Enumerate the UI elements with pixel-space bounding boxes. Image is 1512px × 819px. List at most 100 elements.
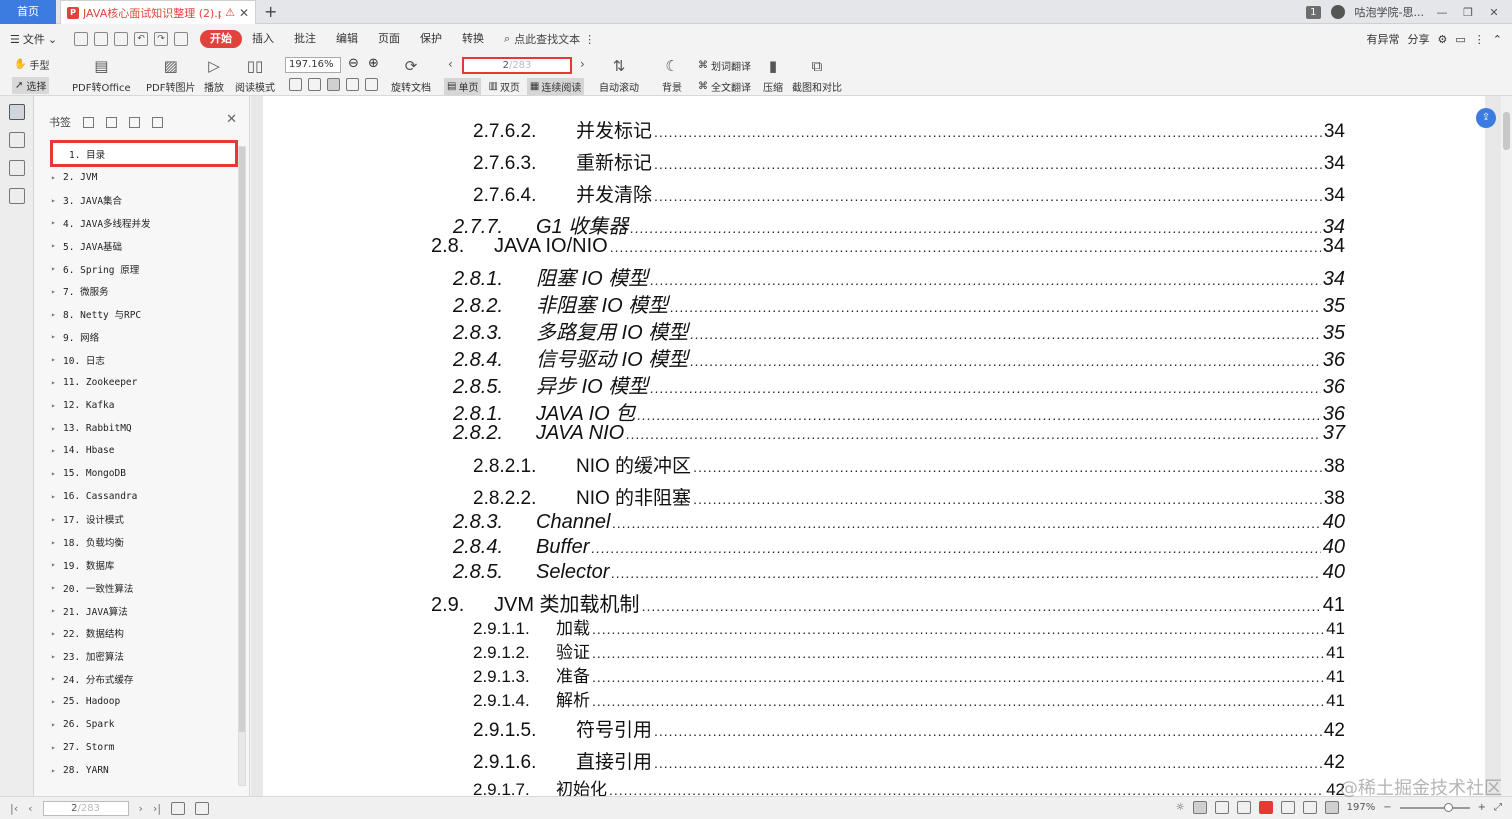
bookmark-item[interactable]: ▸ 23. 加密算法 [47,645,237,668]
toc-entry[interactable]: 2.8.4. Buffer 40 [453,536,1345,559]
bookmark-item[interactable]: ▸ 14. Hbase [47,440,237,463]
tab-protect[interactable]: 保护 [410,30,452,48]
toc-entry[interactable]: 2.9.1.1. 加载 41 [473,614,1345,639]
bookmark-item[interactable]: ▸ 19. 数据库 [47,554,237,577]
bookmark-item[interactable]: ▸ 10. 日志 [47,348,237,371]
add-bookmark-icon[interactable] [129,116,140,128]
collapse-ribbon-icon[interactable]: ⌃ [1493,33,1502,46]
double-view-icon[interactable] [1236,801,1251,814]
expand-arrow-icon[interactable]: ▸ [51,697,63,706]
bookmark-item[interactable]: ▸ 15. MongoDB [47,462,237,485]
toc-entry[interactable]: 2.8.1. 阻塞 IO 模型 34 [453,262,1345,291]
document-viewport[interactable]: 2.7.6.2. 并发标记 34 2.7.6.3. 重新标记 34 2.7.6.4. 并发清除… [251,96,1501,796]
bookmark-item[interactable]: ▸ 3. JAVA集合 [47,189,237,212]
window-count-badge[interactable]: 1 [1306,5,1321,19]
expand-arrow-icon[interactable]: ▸ [51,652,63,661]
bookmark-item[interactable]: ▸ 27. Storm [47,736,237,759]
expand-arrow-icon[interactable]: ▸ [51,743,63,752]
toc-entry[interactable]: 2.8.3. 多路复用 IO 模型 35 [453,316,1345,345]
bookmark-item[interactable]: ▸ 25. Hadoop [47,690,237,713]
fit-width-icon[interactable] [327,78,340,91]
bookmark-item[interactable]: ▸ 7. 微服务 [47,280,237,303]
bookmark-item[interactable]: ▸ 2. JVM [47,166,237,189]
file-menu[interactable]: ☰ 文件 ⌄ [0,31,70,47]
page-settings-icon[interactable] [195,802,210,815]
zoom-select[interactable]: 197.16% [285,57,341,73]
insert-page-icon[interactable] [171,802,186,815]
auto-scroll-button[interactable]: ⇅ 自动滚动 [599,56,639,94]
bookmark-item[interactable]: ▸ 13. RabbitMQ [47,417,237,440]
toc-entry[interactable]: 2.8.2. 非阻塞 IO 模型 35 [453,289,1345,318]
single-view-icon[interactable] [1214,801,1229,814]
background-button[interactable]: ☾ 背景 [661,56,683,94]
report-issue-button[interactable]: 有异常 [1367,31,1400,47]
pdf-to-office-button[interactable]: ▤ PDF转Office [72,56,131,94]
close-tab-icon[interactable]: ✕ [239,6,249,20]
toc-entry[interactable]: 2.8. JAVA IO/NIO 34 [431,235,1345,258]
bookmark-scroll-thumb[interactable] [239,147,245,732]
last-page-icon[interactable]: ›| [153,802,161,815]
tab-page[interactable]: 页面 [368,30,410,48]
toc-entry[interactable]: 2.8.2.1. NIO 的缓冲区 38 [473,451,1345,478]
bookmark-item[interactable]: ▸ 8. Netty 与RPC [47,303,237,326]
tab-insert[interactable]: 插入 [242,30,284,48]
open-folder-icon[interactable] [74,32,88,46]
expand-arrow-icon[interactable]: ▸ [51,401,63,410]
toc-entry[interactable]: 2.9.JVM 类加载机制41 [431,588,1345,617]
select-tool-button[interactable]: ➚ 选择 [12,77,50,94]
attachment-panel-icon[interactable] [9,188,25,204]
find-text-search[interactable]: ⌕ 点此查找文本 ⋮ [504,31,595,47]
expand-arrow-icon[interactable]: ▸ [51,287,63,296]
share-button[interactable]: 分享 [1408,31,1430,47]
fullscreen-icon[interactable] [1324,801,1339,814]
toc-entry[interactable]: 2.9.1.2. 验证 41 [473,638,1345,663]
next-page-icon[interactable]: › [580,57,585,71]
compress-button[interactable]: ▮ 压缩 [762,56,784,94]
bookmark-item[interactable]: ▸ 11. Zookeeper [47,371,237,394]
undo-icon[interactable]: ↶ [134,32,148,46]
screenshot-compare-button[interactable]: ⧉ 截图和对比 [792,56,842,94]
toc-entry[interactable]: 2.7.6.2. 并发标记 34 [473,116,1345,143]
floating-tool-button[interactable]: ⇪ [1476,108,1496,128]
toc-entry[interactable]: 2.7.6.3. 重新标记 34 [473,148,1345,175]
bookmark-item[interactable]: ▸ 6. Spring 原理 [47,257,237,280]
expand-arrow-icon[interactable]: ▸ [51,583,63,592]
first-page-icon[interactable]: |‹ [10,802,18,815]
delete-bookmark-icon[interactable] [152,116,163,128]
expand-arrow-icon[interactable]: ▸ [51,196,63,205]
toc-entry[interactable]: 2.7.6.4. 并发清除 34 [473,180,1345,207]
redo-icon[interactable]: ↷ [154,32,168,46]
expand-all-icon[interactable] [83,116,94,128]
toc-entry[interactable]: 2.8.5. 异步 IO 模型 36 [453,370,1345,399]
tab-home[interactable]: 首页 [0,0,56,24]
export-icon[interactable] [174,32,188,46]
bookmark-item[interactable]: ▸ 9. 网络 [47,326,237,349]
rotate-left-icon[interactable] [346,78,359,91]
annotation-panel-icon[interactable] [9,160,25,176]
single-page-button[interactable]: ▤ 单页 [444,78,482,95]
prev-page-icon[interactable]: ‹ [28,802,32,815]
expand-arrow-icon[interactable]: ▸ [51,606,63,615]
bookmark-item[interactable]: ▸ 4. JAVA多线程并发 [47,212,237,235]
play-button[interactable]: ▷ 播放 [203,56,225,94]
next-page-button-icon[interactable]: › [139,802,143,815]
expand-arrow-icon[interactable]: ▸ [51,446,63,455]
tab-convert[interactable]: 转换 [452,30,494,48]
status-zoom[interactable]: 197% [1347,802,1376,813]
pdf-to-image-button[interactable]: ▨ PDF转图片 [146,56,195,94]
expand-arrow-icon[interactable]: ▸ [51,332,63,341]
expand-arrow-icon[interactable]: ▸ [51,629,63,638]
bookmark-panel-icon[interactable] [9,104,25,120]
double-page-button[interactable]: ▥ 双页 [485,78,522,95]
bookmark-item[interactable]: ▸ 17. 设计模式 [47,508,237,531]
expand-arrow-icon[interactable]: ▸ [51,310,63,319]
expand-arrow-icon[interactable]: ▸ [51,674,63,683]
zoom-out-icon[interactable]: ⊖ [348,56,359,71]
more-options-icon[interactable]: ⋮ [1474,33,1485,46]
zoom-slider[interactable] [1399,802,1470,812]
toc-entry[interactable]: 2.8.4. 信号驱动 IO 模型 36 [453,343,1345,372]
avatar[interactable] [1330,5,1345,19]
expand-arrow-icon[interactable]: ▸ [51,378,63,387]
previous-page-icon[interactable]: ‹ [448,57,453,71]
expand-arrow-icon[interactable]: ▸ [51,766,63,775]
